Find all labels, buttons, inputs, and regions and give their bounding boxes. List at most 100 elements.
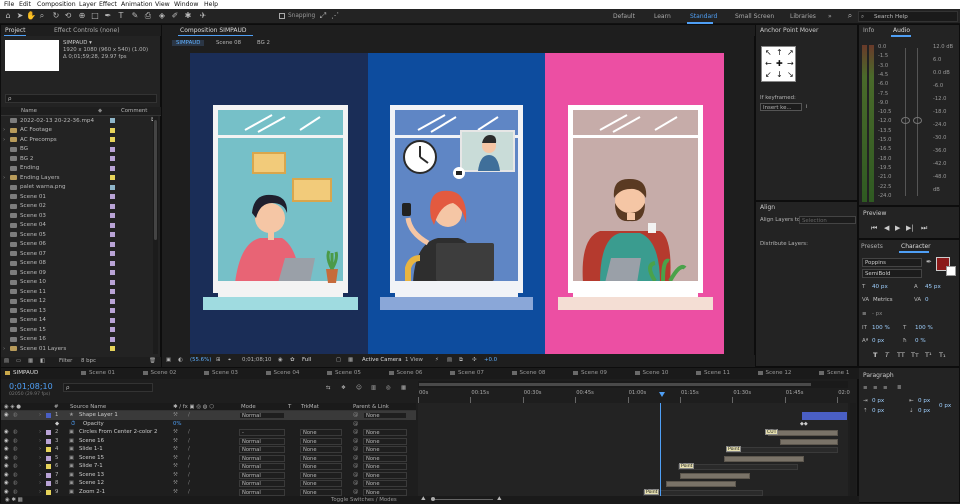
anchor-bc-icon[interactable]: ↓ (776, 70, 783, 79)
layer-label-swatch[interactable] (46, 438, 51, 444)
layer-name[interactable]: Shape Layer 1 (79, 412, 118, 418)
project-scrollbar-thumb[interactable] (154, 120, 157, 240)
label-color-swatch[interactable] (110, 118, 115, 123)
timeline-tab[interactable]: Scene 12 (766, 370, 792, 376)
justify-icon[interactable]: ≣ (897, 385, 902, 391)
label-color-swatch[interactable] (110, 298, 115, 304)
project-list-item[interactable]: Ending (1, 164, 151, 174)
project-list-item[interactable]: Scene 01 (1, 192, 151, 202)
layer-row[interactable]: ◉ ◍ › 5 ▣ Scene 15 ⚒ ∕ Normal None @ None (1, 454, 416, 463)
next-frame-icon[interactable]: ▶| (906, 224, 914, 232)
layer-bar-slide-1-1[interactable] (726, 447, 838, 453)
rotation-tool-icon[interactable]: ↻ (51, 11, 61, 21)
layer-label-swatch[interactable] (46, 430, 51, 435)
quality-switch-icon[interactable]: ∕ (188, 438, 190, 444)
visibility-eye-icon[interactable]: ◉ (4, 455, 9, 461)
flowchart-icon[interactable]: ⧉ (459, 357, 463, 364)
rectangle-tool-icon[interactable]: □ (90, 11, 100, 21)
eraser-tool-icon[interactable]: ◈ (157, 11, 167, 21)
trkmat-dropdown[interactable]: None (300, 437, 342, 445)
layer-label-swatch[interactable] (46, 413, 51, 418)
tab-presets[interactable]: Presets (861, 243, 883, 250)
parent-pickwhip-icon[interactable]: @ (353, 438, 358, 444)
zoom-in-icon[interactable]: ⛰ (497, 496, 502, 503)
project-list-item[interactable]: Scene 12 (1, 297, 151, 307)
parent-pickwhip-icon[interactable]: @ (353, 455, 358, 461)
expand-arrow-icon[interactable]: › (39, 455, 41, 461)
project-list-item[interactable]: › Scene 01 Layers (1, 344, 151, 354)
type-tool-icon[interactable]: T (116, 11, 126, 21)
label-color-swatch[interactable] (110, 317, 115, 323)
audio-icon[interactable]: ◍ (13, 472, 18, 478)
menu-layer[interactable]: Layer (79, 1, 96, 8)
audio-icon[interactable]: ◍ (13, 429, 18, 435)
timeline-tab[interactable]: Scene 10 (643, 370, 669, 376)
composition-viewer[interactable] (190, 53, 724, 354)
expand-arrow-icon[interactable]: › (39, 480, 41, 486)
region-of-interest-icon[interactable]: ▢ (336, 357, 341, 363)
tab-audio[interactable]: Audio (893, 27, 910, 34)
parent-dropdown[interactable]: None (363, 471, 407, 479)
space-before-value[interactable]: 0 px (872, 408, 884, 414)
layer-mode-dropdown[interactable]: - (239, 429, 285, 436)
project-list-item[interactable]: › Ending Layers (1, 173, 151, 183)
snap-settings-icon[interactable]: ⋰ (330, 11, 340, 21)
expand-arrow-icon[interactable]: › (39, 463, 41, 469)
transparency-grid-icon[interactable]: ▦ (348, 357, 353, 363)
anchor-tl-icon[interactable]: ↖ (765, 48, 772, 57)
layer-mode-dropdown[interactable]: Normal (239, 488, 285, 496)
label-color-swatch[interactable] (110, 194, 115, 199)
label-color-swatch[interactable] (110, 308, 115, 313)
project-list-item[interactable]: Scene 09 (1, 268, 151, 278)
trkmat-dropdown[interactable]: None (300, 429, 342, 436)
trkmat-dropdown[interactable]: None (300, 446, 342, 453)
draft-3d-icon[interactable]: ❖ (341, 385, 346, 391)
quality-switch-icon[interactable]: ∕ (188, 480, 190, 486)
opacity-value[interactable]: 0% (173, 421, 182, 427)
project-list-item[interactable]: 2022-02-13 20-22-36.mp4 (1, 116, 151, 126)
eyedropper-icon[interactable]: ✒ (926, 258, 932, 266)
project-list-item[interactable]: BG (1, 145, 151, 155)
menu-effect[interactable]: Effect (99, 1, 117, 8)
project-list-item[interactable]: Scene 11 (1, 287, 151, 297)
workspace-small-screen[interactable]: Small Screen (735, 13, 774, 20)
visibility-eye-icon[interactable]: ◉ (4, 472, 9, 478)
layer-mode-dropdown[interactable]: Normal (239, 463, 285, 470)
label-color-swatch[interactable] (110, 336, 115, 342)
timeline-tab[interactable]: Scene 08 (520, 370, 546, 376)
layer-row[interactable]: ◉ ◍ › 3 ▣ Scene 16 ⚒ ∕ Normal None @ None (1, 437, 416, 446)
snapping-checkbox[interactable] (279, 13, 285, 19)
play-icon[interactable]: ▶ (895, 224, 900, 232)
layer-mode-dropdown[interactable]: Normal (239, 412, 285, 419)
project-list-item[interactable]: Scene 08 (1, 259, 151, 269)
label-color-swatch[interactable] (110, 127, 115, 133)
trkmat-dropdown[interactable]: None (300, 454, 342, 462)
visibility-eye-icon[interactable]: ◉ (4, 480, 9, 486)
breadcrumb-bg-2[interactable]: BG 2 (257, 40, 270, 46)
stroke-width-value[interactable]: - px (872, 311, 882, 317)
label-color-swatch[interactable] (110, 213, 115, 218)
shy-switch-icon[interactable]: ⚒ (173, 463, 178, 469)
layer-bar-scene-15[interactable] (724, 455, 804, 462)
keyframe-navigator-icon[interactable]: ◆ (55, 421, 59, 427)
label-color-swatch[interactable] (110, 146, 115, 152)
workspace-more-icon[interactable]: » (828, 13, 832, 20)
col-trkmat-header[interactable]: TrkMat (301, 404, 319, 410)
tracking-value[interactable]: 0 (925, 297, 929, 303)
project-list-item[interactable]: palet warna.png (1, 183, 151, 193)
zoom-slider-handle[interactable] (431, 497, 435, 501)
project-list-item[interactable]: Scene 14 (1, 316, 151, 326)
frame-blending-icon[interactable]: ▥ (371, 385, 376, 391)
label-color-swatch[interactable] (110, 260, 115, 266)
filter-label[interactable]: Filter (59, 358, 72, 364)
align-title[interactable]: Align (760, 204, 775, 211)
opacity-keyframes-icon[interactable]: ◆◆ (800, 421, 808, 427)
timeline-tab[interactable]: Scene 07 (458, 370, 484, 376)
audio-icon[interactable]: ◍ (13, 489, 18, 495)
parent-dropdown[interactable]: None (363, 463, 407, 470)
toggle-switches-modes[interactable]: Toggle Switches / Modes (331, 497, 397, 503)
parent-pickwhip-icon[interactable]: @ (353, 472, 358, 478)
label-color-swatch[interactable] (110, 346, 115, 351)
tab-composition-simpaud[interactable]: Composition SIMPAUD (180, 27, 246, 34)
layer-mode-dropdown[interactable]: Normal (239, 437, 285, 445)
